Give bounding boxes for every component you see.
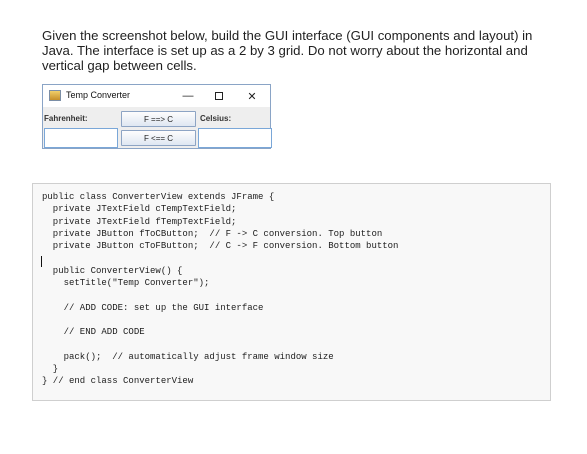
minimize-icon: — [182,90,194,102]
code-line: private JButton fToCButton; // F -> C co… [42,228,383,239]
question-line-2: Java. The interface is set up as a 2 by … [42,43,528,58]
f-to-c-button[interactable]: F ==> C [121,111,196,127]
code-line: private JButton cToFButton; // C -> F co… [42,241,399,252]
code-line: // END ADD CODE [42,327,145,338]
maximize-button[interactable] [202,86,236,106]
close-icon: ✕ [247,90,257,103]
fahrenheit-field[interactable] [44,128,118,148]
maximize-icon [215,92,223,100]
code-line: // ADD CODE: set up the GUI interface [42,302,264,313]
celsius-field[interactable] [198,128,272,148]
code-line: } // end class ConverterView [42,376,194,387]
code-line: pack(); // automatically adjust frame wi… [42,351,334,362]
code-line: } [42,364,59,375]
question-text: Given the screenshot below, build the GU… [42,28,552,73]
c-to-f-button[interactable]: F <== C [121,130,196,146]
code-text: public class ConverterView extends JFram… [42,191,398,388]
java-app-icon [49,90,61,101]
question-line-1: Given the screenshot below, build the GU… [42,28,533,43]
question-line-3: vertical gap between cells. [42,58,197,73]
code-line: setTitle("Temp Converter"); [42,278,210,289]
temp-converter-window: Temp Converter — ✕ Fahrenheit: F ==> C C… [42,84,272,149]
fahrenheit-label: Fahrenheit: [44,114,88,123]
close-button[interactable]: ✕ [235,86,269,106]
code-line: public ConverterView() { [42,265,183,276]
code-line: public class ConverterView extends JFram… [42,192,275,202]
minimize-button[interactable]: — [171,86,205,106]
window-titlebar[interactable]: Temp Converter — ✕ [43,85,270,107]
celsius-label: Celsius: [200,114,232,123]
code-line: private JTextField cTempTextField; [42,204,237,215]
code-block: public class ConverterView extends JFram… [32,183,551,401]
code-line: private JTextField fTempTextField; [42,216,237,227]
window-title: Temp Converter [66,90,131,100]
text-cursor [41,256,42,267]
